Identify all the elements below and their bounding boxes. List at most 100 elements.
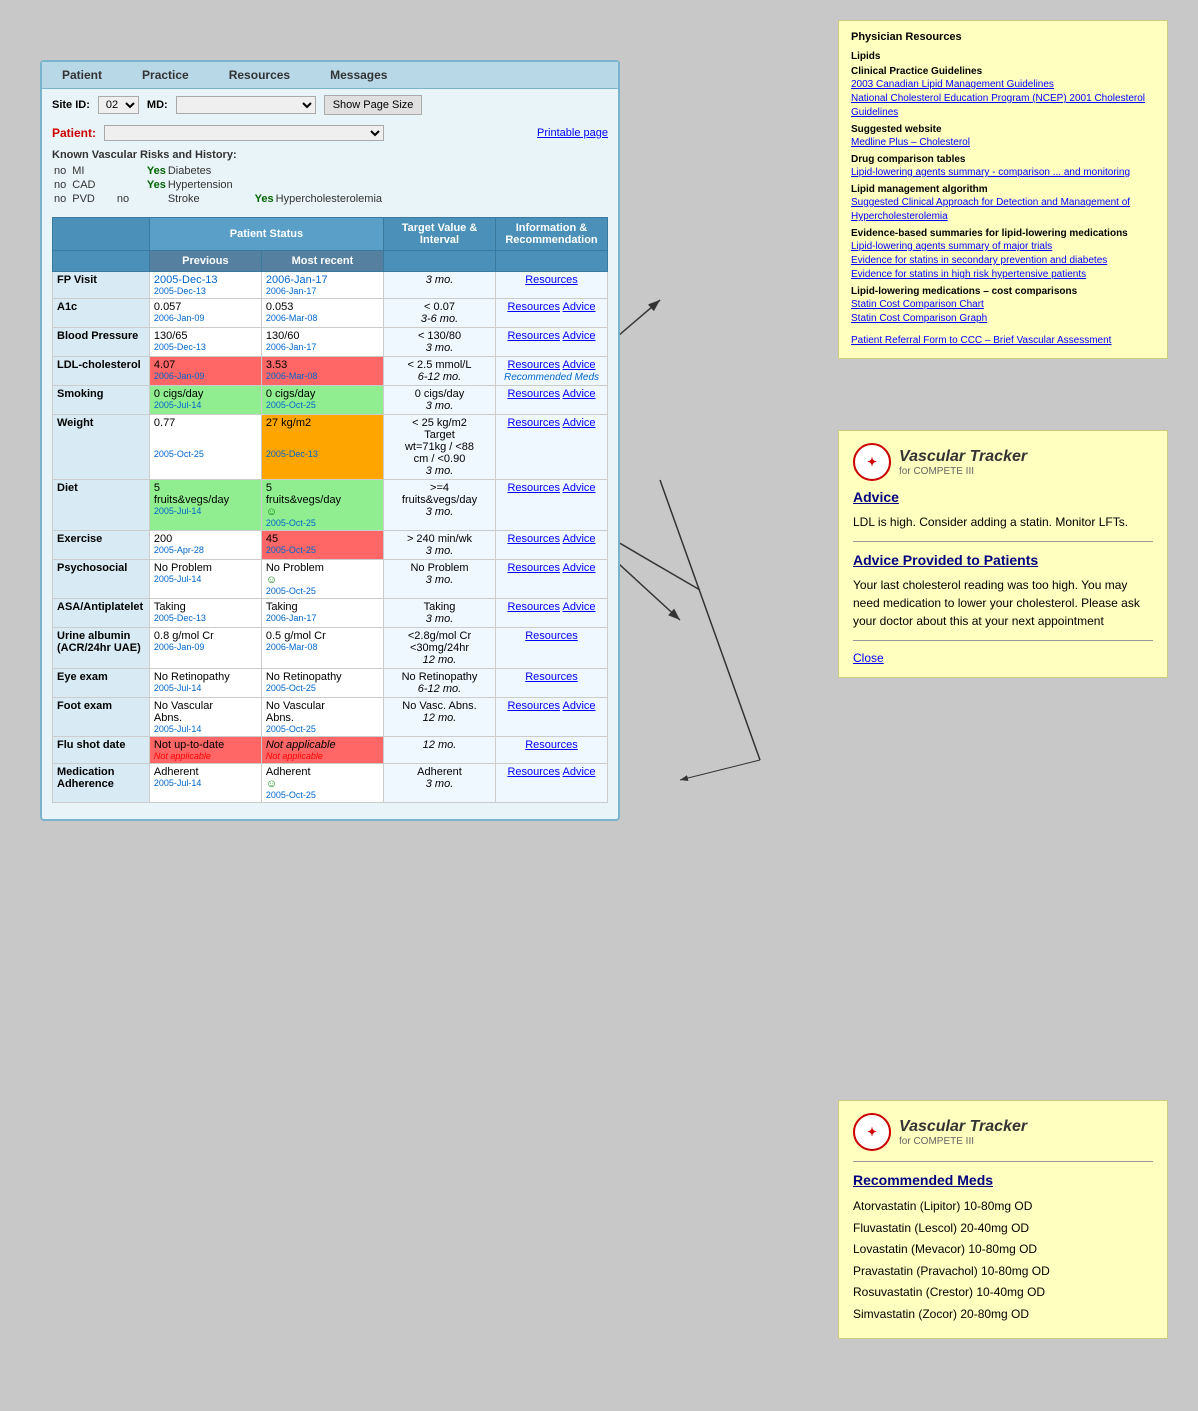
physician-resources-title: Physician Resources	[851, 31, 1155, 43]
urine-target: <2.8g/mol Cr<30mg/24hr12 mo.	[384, 628, 496, 669]
printable-page-link[interactable]: Printable page	[537, 127, 608, 139]
foot-target: No Vasc. Abns.12 mo.	[384, 698, 496, 737]
smoking-previous: 0 cigs/day 2005-Jul-14	[149, 386, 261, 415]
weight-resources-link[interactable]: Resources	[507, 417, 560, 429]
col-sub-info	[495, 251, 607, 272]
row-label-medication: MedicationAdherence	[53, 764, 150, 803]
col-header-category	[53, 218, 150, 251]
cost-chart-link[interactable]: Statin Cost Comparison Chart	[851, 298, 1155, 312]
foot-resources-link[interactable]: Resources	[507, 700, 560, 712]
emr-toolbar: Site ID: 02 MD: Show Page Size	[42, 89, 618, 121]
ldl-target: < 2.5 mmol/L6-12 mo.	[384, 357, 496, 386]
psychosocial-advice-link[interactable]: Advice	[562, 562, 595, 574]
row-label-eye: Eye exam	[53, 669, 150, 698]
eye-resources-link[interactable]: Resources	[525, 671, 578, 683]
a1c-advice-link[interactable]: Advice	[562, 301, 595, 313]
drug-comparison-link[interactable]: Lipid-lowering agents summary - comparis…	[851, 166, 1155, 180]
smoking-recent: 0 cigs/day 2005-Oct-25	[261, 386, 383, 415]
fp-visit-resources-link[interactable]: Resources	[525, 274, 578, 286]
table-row: LDL-cholesterol 4.07 2006-Jan-09 3.53 20…	[53, 357, 608, 386]
row-label-diet: Diet	[53, 480, 150, 531]
table-row: ASA/Antiplatelet Taking 2005-Dec-13 Taki…	[53, 599, 608, 628]
bp-resources-link[interactable]: Resources	[507, 330, 560, 342]
fp-visit-info: Resources	[495, 272, 607, 299]
advice-close-link[interactable]: Close	[853, 651, 1153, 665]
patient-referral-link[interactable]: Patient Referral Form to CCC – Brief Vas…	[851, 334, 1155, 348]
smoking-resources-link[interactable]: Resources	[507, 388, 560, 400]
nav-messages[interactable]: Messages	[310, 62, 407, 88]
evidence-link-2[interactable]: Evidence for statins in secondary preven…	[851, 254, 1155, 268]
meds-tracker-title: Vascular Tracker	[899, 1118, 1027, 1136]
smoking-advice-link[interactable]: Advice	[562, 388, 595, 400]
urine-resources-link[interactable]: Resources	[525, 630, 578, 642]
cost-graph-link[interactable]: Statin Cost Comparison Graph	[851, 312, 1155, 326]
nav-resources[interactable]: Resources	[209, 62, 310, 88]
exercise-advice-link[interactable]: Advice	[562, 533, 595, 545]
urine-recent: 0.5 g/mol Cr 2006-Mar-08	[261, 628, 383, 669]
emr-navigation: Patient Practice Resources Messages	[42, 62, 618, 89]
eye-recent: No Retinopathy 2005-Oct-25	[261, 669, 383, 698]
psychosocial-target: No Problem3 mo.	[384, 560, 496, 599]
table-row: FP Visit 2005-Dec-13 2005-Dec-13 2006-Ja…	[53, 272, 608, 299]
exercise-info: Resources Advice	[495, 531, 607, 560]
foot-advice-link[interactable]: Advice	[562, 700, 595, 712]
exercise-recent: 45 2005-Oct-25	[261, 531, 383, 560]
diet-resources-link[interactable]: Resources	[507, 482, 560, 494]
row-label-fp-visit: FP Visit	[53, 272, 150, 299]
meds-tracker-sub: for COMPETE III	[899, 1136, 1027, 1147]
psychosocial-info: Resources Advice	[495, 560, 607, 599]
md-label: MD:	[147, 99, 168, 111]
medication-resources-link[interactable]: Resources	[507, 766, 560, 778]
ldl-advice-link[interactable]: Advice	[562, 359, 595, 371]
md-select[interactable]	[176, 96, 316, 114]
bp-info: Resources Advice	[495, 328, 607, 357]
diet-info: Resources Advice	[495, 480, 607, 531]
meds-compete-star-icon: ✦	[867, 1125, 877, 1139]
medline-link[interactable]: Medline Plus – Cholesterol	[851, 136, 1155, 150]
show-page-button[interactable]: Show Page Size	[324, 95, 423, 115]
ldl-resources-link[interactable]: Resources	[507, 359, 560, 371]
weight-recent: 27 kg/m2 2005-Dec-13	[261, 415, 383, 480]
advice-to-patients-title: Advice Provided to Patients	[853, 552, 1153, 568]
evidence-link-1[interactable]: Lipid-lowering agents summary of major t…	[851, 240, 1155, 254]
asa-advice-link[interactable]: Advice	[562, 601, 595, 613]
table-row: Weight 0.77 2005-Oct-25 27 kg/m2 2005-De…	[53, 415, 608, 480]
cost-comparison-subtitle: Lipid-lowering medications – cost compar…	[851, 286, 1155, 297]
site-id-select[interactable]: 02	[98, 96, 139, 114]
patient-select[interactable]	[104, 125, 384, 141]
evidence-link-3[interactable]: Evidence for statins in high risk hypert…	[851, 268, 1155, 282]
nav-patient[interactable]: Patient	[42, 62, 122, 88]
flu-resources-link[interactable]: Resources	[525, 739, 578, 751]
physician-resources-section: Lipids Clinical Practice Guidelines 2003…	[851, 51, 1155, 348]
diet-advice-link[interactable]: Advice	[562, 482, 595, 494]
weight-advice-link[interactable]: Advice	[562, 417, 595, 429]
a1c-resources-link[interactable]: Resources	[507, 301, 560, 313]
ldl-recommended-meds-link[interactable]: Recommended Meds	[504, 372, 599, 383]
table-row: Diet 5fruits&vegs/day 2005-Jul-14 5fruit…	[53, 480, 608, 531]
compete-star-icon: ✦	[867, 455, 877, 469]
medication-advice-link[interactable]: Advice	[562, 766, 595, 778]
a1c-recent: 0.053 2006-Mar-08	[261, 299, 383, 328]
psychosocial-recent: No Problem ☺ 2005-Oct-25	[261, 560, 383, 599]
advice-divider	[853, 541, 1153, 542]
row-label-psychosocial: Psychosocial	[53, 560, 150, 599]
table-row: Exercise 200 2005-Apr-28 45 2005-Oct-25 …	[53, 531, 608, 560]
col-sub-most-recent: Most recent	[261, 251, 383, 272]
weight-previous: 0.77 2005-Oct-25	[149, 415, 261, 480]
advice-tracker-info: Vascular Tracker for COMPETE III	[899, 448, 1027, 477]
meds-compete-logo: ✦	[853, 1113, 891, 1151]
physician-lipids-title: Lipids	[851, 51, 1155, 62]
exercise-resources-link[interactable]: Resources	[507, 533, 560, 545]
bp-advice-link[interactable]: Advice	[562, 330, 595, 342]
row-label-bp: Blood Pressure	[53, 328, 150, 357]
advice-tracker-title: Vascular Tracker	[899, 448, 1027, 466]
lipid-algorithm-link[interactable]: Suggested Clinical Approach for Detectio…	[851, 196, 1155, 224]
nav-practice[interactable]: Practice	[122, 62, 209, 88]
cpg-link-2[interactable]: National Cholesterol Education Program (…	[851, 92, 1155, 120]
cpg-link-1[interactable]: 2003 Canadian Lipid Management Guideline…	[851, 78, 1155, 92]
vascular-risks: Known Vascular Risks and History: noMI Y…	[42, 145, 618, 211]
psychosocial-resources-link[interactable]: Resources	[507, 562, 560, 574]
medication-recent: Adherent ☺ 2005-Oct-25	[261, 764, 383, 803]
asa-resources-link[interactable]: Resources	[507, 601, 560, 613]
meds-popup-panel: ✦ Vascular Tracker for COMPETE III Recom…	[838, 1100, 1168, 1339]
